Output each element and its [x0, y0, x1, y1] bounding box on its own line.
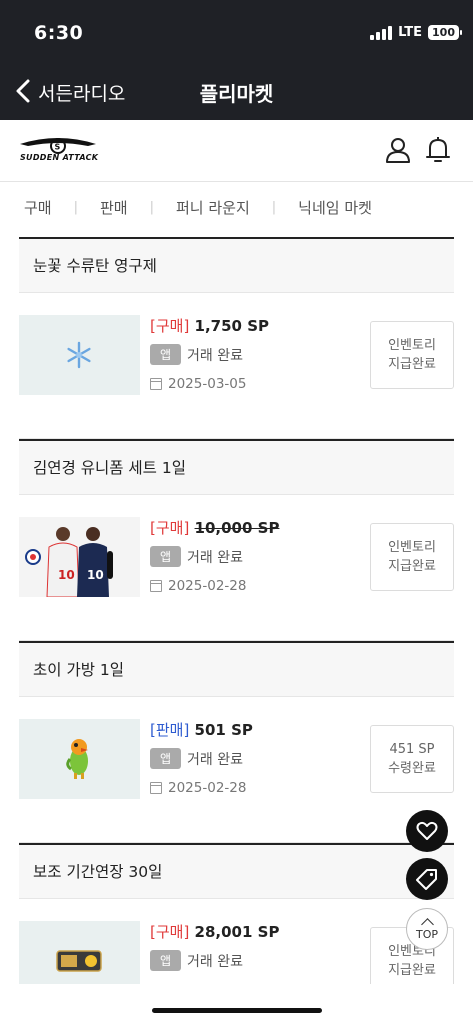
item-thumbnail [19, 719, 140, 799]
status-bar: 6:30 LTE 100 [0, 0, 473, 62]
scroll-top-button[interactable]: TOP [406, 908, 448, 950]
battery-icon: 100 [428, 25, 462, 40]
tab-funny-lounge[interactable]: 퍼니 라운지 [176, 197, 250, 218]
trade-status: 거래 완료 [187, 549, 244, 566]
tab-buy[interactable]: 구매 [24, 197, 52, 218]
bell-icon[interactable] [425, 136, 451, 164]
signal-icon [370, 25, 393, 40]
item-name: 초이 가방 1일 [19, 643, 454, 697]
trade-date: 2025-02-28 [168, 780, 247, 796]
app-badge: 앱 [150, 748, 182, 769]
tab-divider: | [271, 199, 277, 215]
calendar-icon [150, 580, 162, 592]
logo-text: SUDDEN ATTACK [20, 153, 99, 162]
trade-item[interactable]: 김연경 유니폼 세트 1일 10 10 [구매] 10,000 SP 앱 거래 … [19, 439, 454, 641]
app-badge: 앱 [150, 546, 182, 567]
home-area [0, 984, 473, 1024]
trade-type-tag: [구매] [150, 317, 190, 335]
calendar-icon [150, 378, 162, 390]
trade-status: 거래 완료 [187, 347, 244, 364]
delivery-status-line1: 451 SP [389, 742, 435, 757]
sudden-attack-logo[interactable]: S [18, 134, 98, 168]
trade-date: 2025-02-28 [168, 578, 247, 594]
item-name: 보조 기간연장 30일 [19, 845, 454, 899]
delivery-status-box[interactable]: 인벤토리 지급완료 [370, 523, 454, 591]
favorite-button[interactable] [406, 810, 448, 852]
item-price: 1,750 SP [194, 317, 270, 335]
trade-date: 2025-03-05 [168, 376, 247, 392]
snowflake-image [67, 341, 91, 369]
page-title: 플리마켓 [199, 82, 274, 106]
trade-list: 눈꽃 수류탄 영구제 [구매] 1,750 SP 앱 거래 완료 2025-03-… [19, 237, 454, 1024]
app-badge: 앱 [150, 344, 182, 365]
item-thumbnail [19, 315, 140, 395]
delivery-status-line1: 인벤토리 [388, 338, 436, 353]
tab-sell[interactable]: 판매 [100, 197, 128, 218]
trade-type-tag: [판매] [150, 721, 190, 739]
calendar-icon [150, 782, 162, 794]
item-thumbnail: 10 10 [19, 517, 140, 597]
item-name: 눈꽃 수류탄 영구제 [19, 239, 454, 293]
market-tabs: 구매 | 판매 | 퍼니 라운지 | 닉네임 마켓 [0, 182, 473, 232]
tab-divider: | [73, 199, 78, 215]
item-price: 28,001 SP [194, 923, 280, 941]
delivery-status-line2: 지급완료 [388, 963, 436, 978]
item-price: 501 SP [194, 721, 253, 739]
trade-item[interactable]: 눈꽃 수류탄 영구제 [구매] 1,750 SP 앱 거래 완료 2025-03-… [19, 237, 454, 439]
tab-nickname-market[interactable]: 닉네임 마켓 [298, 197, 372, 218]
uniform-players-image: 10 10 [25, 527, 113, 597]
parrot-bag-image [66, 739, 88, 779]
svg-text:S: S [55, 143, 61, 152]
trade-item[interactable]: 초이 가방 1일 [판매] 501 SP 앱 거래 완료 2025-02-28 [19, 641, 454, 843]
app-badge: 앱 [150, 950, 182, 971]
delivery-status-line2: 지급완료 [388, 357, 436, 372]
delivery-status-box[interactable]: 451 SP 수령완료 [370, 725, 454, 793]
tab-divider: | [149, 199, 154, 215]
svg-text:10: 10 [87, 568, 104, 582]
trade-type-tag: [구매] [150, 519, 190, 537]
trade-status: 거래 완료 [187, 751, 244, 768]
home-indicator[interactable] [152, 1008, 322, 1013]
price-tag-button[interactable] [406, 858, 448, 900]
trade-status: 거래 완료 [187, 953, 244, 970]
delivery-status-line2: 지급완료 [388, 559, 436, 574]
svg-text:10: 10 [58, 568, 75, 582]
item-price: 10,000 SP [194, 519, 280, 537]
delivery-status-box[interactable]: 인벤토리 지급완료 [370, 321, 454, 389]
nav-bar: 서든라디오 플리마켓 [0, 62, 473, 120]
user-icon[interactable] [385, 136, 411, 164]
network-label: LTE [398, 25, 423, 40]
status-time: 6:30 [34, 22, 84, 44]
trade-type-tag: [구매] [150, 923, 190, 941]
item-name: 김연경 유니폼 세트 1일 [19, 441, 454, 495]
delivery-status-line2: 수령완료 [388, 761, 436, 776]
tag-icon [416, 869, 437, 890]
heart-icon [416, 821, 438, 840]
delivery-status-line1: 인벤토리 [388, 540, 436, 555]
